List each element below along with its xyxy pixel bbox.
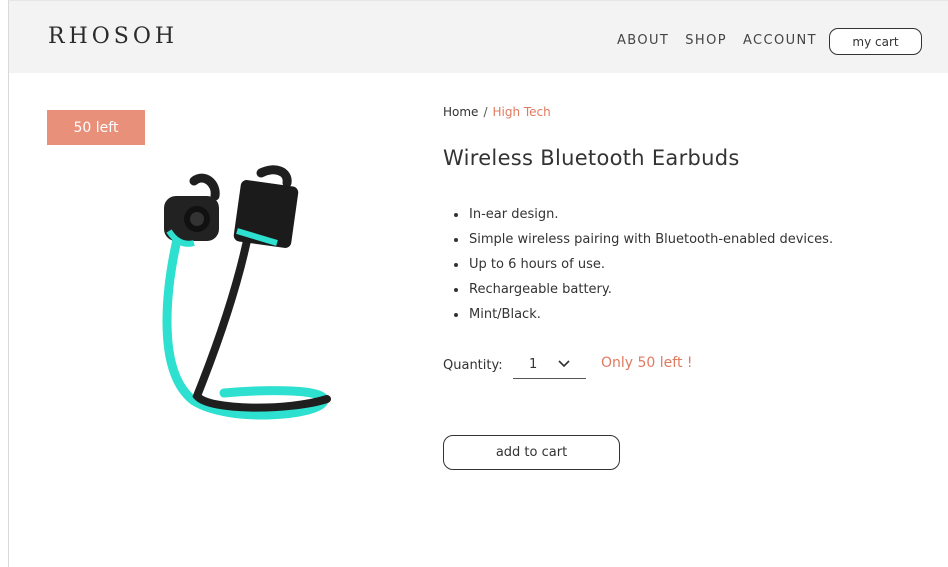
feature-item: Mint/Black. xyxy=(453,306,833,331)
earbuds-image xyxy=(162,165,331,420)
nav-account[interactable]: ACCOUNT xyxy=(743,33,817,48)
product-page: RHOSOH ABOUT SHOP ACCOUNT my cart 50 lef… xyxy=(8,0,948,567)
site-header: RHOSOH ABOUT SHOP ACCOUNT my cart xyxy=(9,1,948,73)
nav-about[interactable]: ABOUT xyxy=(617,33,669,48)
earbud-cable-black xyxy=(192,227,331,412)
chevron-down-icon xyxy=(558,360,570,368)
feature-list: In-ear design. Simple wireless pairing w… xyxy=(453,206,833,331)
breadcrumb-current[interactable]: High Tech xyxy=(492,105,550,119)
quantity-select[interactable]: 1 xyxy=(513,351,586,379)
stock-note: Only 50 left ! xyxy=(601,355,693,371)
add-to-cart-button[interactable]: add to cart xyxy=(443,435,620,470)
quantity-label: Quantity: xyxy=(443,358,503,373)
stock-badge: 50 left xyxy=(47,110,145,145)
feature-item: Up to 6 hours of use. xyxy=(453,256,833,281)
breadcrumb: Home / High Tech xyxy=(443,105,551,119)
breadcrumb-separator: / xyxy=(483,105,488,119)
quantity-value: 1 xyxy=(529,357,538,372)
feature-item: Simple wireless pairing with Bluetooth-e… xyxy=(453,231,833,256)
product-title: Wireless Bluetooth Earbuds xyxy=(443,146,740,170)
my-cart-button[interactable]: my cart xyxy=(829,28,922,55)
site-logo[interactable]: RHOSOH xyxy=(48,24,178,49)
feature-item: Rechargeable battery. xyxy=(453,281,833,306)
nav-shop[interactable]: SHOP xyxy=(685,33,727,48)
feature-item: In-ear design. xyxy=(453,206,833,231)
breadcrumb-home[interactable]: Home xyxy=(443,105,478,119)
main-nav: ABOUT SHOP ACCOUNT xyxy=(617,33,817,48)
